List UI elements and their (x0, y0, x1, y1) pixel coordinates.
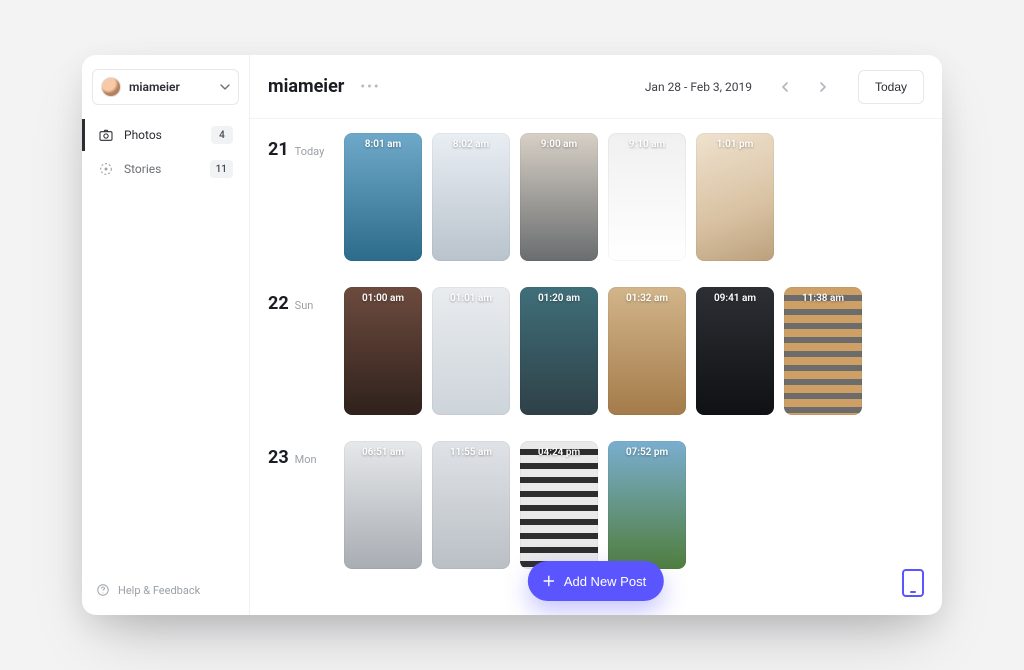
account-name: miameier (129, 80, 212, 94)
main: miameier ••• Jan 28 - Feb 3, 2019 Today … (250, 55, 942, 615)
sidebar-item-label: Photos (124, 128, 201, 142)
post-card[interactable]: 07:52 pm (608, 441, 686, 569)
chevron-right-icon (818, 82, 828, 92)
post-card[interactable]: 01:32 am (608, 287, 686, 415)
chevron-down-icon (220, 82, 230, 92)
day-header: 23 Mon (268, 441, 328, 468)
post-card[interactable]: 1:01 pm (696, 133, 774, 261)
post-card[interactable]: 01:01 am (432, 287, 510, 415)
day-row: 22 Sun 01:00 am 01:01 am 01:20 am 01:32 am 09:… (268, 277, 924, 431)
plus-icon (542, 574, 556, 588)
calendar-content: 21 Today 8:01 am 8:02 am 9:00 am 9:10 am 1:01 … (250, 119, 942, 615)
post-time: 01:00 am (344, 293, 422, 304)
post-time: 07:52 pm (608, 447, 686, 458)
stories-icon (98, 161, 114, 177)
day-name: Mon (295, 453, 317, 466)
help-label: Help & Feedback (118, 584, 200, 597)
post-time: 11:38 am (784, 293, 862, 304)
add-post-button[interactable]: Add New Post (528, 561, 664, 601)
post-time: 8:01 am (344, 139, 422, 150)
chevron-left-icon (780, 82, 790, 92)
account-switcher[interactable]: miameier (92, 69, 239, 105)
post-list: 01:00 am 01:01 am 01:20 am 01:32 am 09:41 am… (344, 287, 862, 415)
post-card[interactable]: 01:20 am (520, 287, 598, 415)
post-time: 9:00 am (520, 139, 598, 150)
post-time: 9:10 am (608, 139, 686, 150)
avatar (101, 77, 121, 97)
post-time: 11:55 am (432, 447, 510, 458)
post-time: 06:51 am (344, 447, 422, 458)
count-badge: 11 (210, 160, 233, 178)
next-week-button[interactable] (810, 74, 836, 100)
sidebar: miameier Photos 4 Stories 11 Help (82, 55, 250, 615)
post-time: 8:02 am (432, 139, 510, 150)
sidebar-item-stories[interactable]: Stories 11 (82, 153, 239, 185)
day-row: 21 Today 8:01 am 8:02 am 9:00 am 9:10 am 1:01 … (268, 123, 924, 277)
sidebar-item-label: Stories (124, 162, 200, 176)
post-card[interactable]: 9:10 am (608, 133, 686, 261)
fab-label: Add New Post (564, 574, 646, 589)
post-card[interactable]: 8:02 am (432, 133, 510, 261)
post-time: 09:41 am (696, 293, 774, 304)
post-card[interactable]: 11:38 am (784, 287, 862, 415)
sidebar-item-photos[interactable]: Photos 4 (82, 119, 239, 151)
post-list: 8:01 am 8:02 am 9:00 am 9:10 am 1:01 pm (344, 133, 774, 261)
post-time: 04:24 pm (520, 447, 598, 458)
date-range: Jan 28 - Feb 3, 2019 (645, 80, 752, 94)
day-header: 22 Sun (268, 287, 328, 314)
nav: Photos 4 Stories 11 (92, 119, 239, 185)
app-window: miameier Photos 4 Stories 11 Help (82, 55, 942, 615)
post-card[interactable]: 01:00 am (344, 287, 422, 415)
post-card[interactable]: 09:41 am (696, 287, 774, 415)
post-time: 01:01 am (432, 293, 510, 304)
day-name: Sun (295, 299, 314, 312)
post-card[interactable]: 11:55 am (432, 441, 510, 569)
day-number: 22 (268, 293, 289, 314)
more-menu[interactable]: ••• (356, 75, 384, 99)
post-card[interactable]: 8:01 am (344, 133, 422, 261)
camera-icon (98, 127, 114, 143)
day-number: 23 (268, 447, 289, 468)
post-card[interactable]: 04:24 pm (520, 441, 598, 569)
post-card[interactable]: 9:00 am (520, 133, 598, 261)
help-feedback[interactable]: Help & Feedback (92, 577, 239, 603)
prev-week-button[interactable] (772, 74, 798, 100)
page-title: miameier (268, 76, 344, 97)
post-time: 01:32 am (608, 293, 686, 304)
day-number: 21 (268, 139, 289, 160)
today-button[interactable]: Today (858, 70, 924, 104)
post-time: 01:20 am (520, 293, 598, 304)
header: miameier ••• Jan 28 - Feb 3, 2019 Today (250, 55, 942, 119)
day-header: 21 Today (268, 133, 328, 160)
post-time: 1:01 pm (696, 139, 774, 150)
post-list: 06:51 am 11:55 am 04:24 pm 07:52 pm (344, 441, 686, 569)
help-icon (96, 583, 110, 597)
post-card[interactable]: 06:51 am (344, 441, 422, 569)
count-badge: 4 (211, 126, 233, 144)
day-name: Today (295, 145, 325, 158)
phone-preview-icon[interactable] (902, 569, 924, 597)
